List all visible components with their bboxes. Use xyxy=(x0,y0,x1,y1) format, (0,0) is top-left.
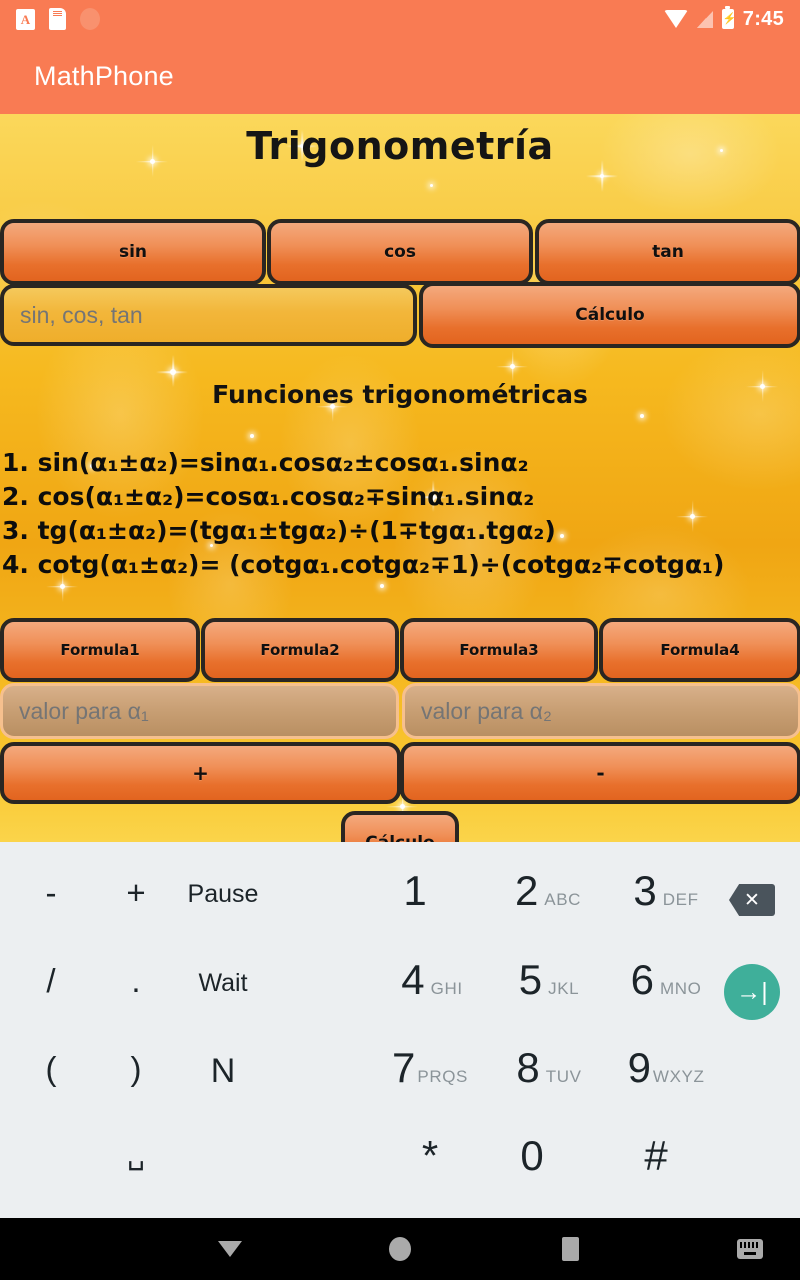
tan-button[interactable]: tan xyxy=(535,219,800,285)
status-bar-left-icons: A xyxy=(16,8,100,30)
nav-recents-button[interactable] xyxy=(520,1218,620,1280)
app-title: MathPhone xyxy=(34,60,174,91)
key-1[interactable]: 1 xyxy=(378,870,458,926)
calculate-button-top[interactable]: Cálculo xyxy=(419,282,800,348)
formula4-button[interactable]: Formula4 xyxy=(599,618,800,682)
section-title: Funciones trigonométricas xyxy=(212,380,588,409)
formula-list: 1. sin(α₁±α₂)=sinα₁.cosα₂±cosα₁.sinα₂ 2.… xyxy=(2,446,725,582)
keyboard-switcher-icon xyxy=(737,1239,763,1259)
recents-icon xyxy=(561,1237,579,1261)
status-bar-right-icons: 7:45 xyxy=(663,6,784,31)
key-4[interactable]: 4 GHI xyxy=(380,959,484,1015)
alpha-input-row xyxy=(0,683,800,739)
page-title: Trigonometría xyxy=(246,124,554,168)
key-asterisk[interactable]: * xyxy=(388,1135,472,1191)
navigation-bar xyxy=(0,1218,800,1280)
main-content: Trigonometría sin cos tan Cálculo Funcio… xyxy=(0,114,800,842)
nav-home-button[interactable] xyxy=(350,1218,450,1280)
key-divide[interactable]: / xyxy=(28,962,74,1012)
formula2-button[interactable]: Formula2 xyxy=(201,618,399,682)
key-period[interactable]: . xyxy=(113,962,159,1012)
wifi-icon xyxy=(663,10,688,28)
formula-line-2: 2. cos(α₁±α₂)=cosα₁.cosα₂∓sinα₁.sinα₂ xyxy=(2,482,535,511)
key-paren-open[interactable]: ( xyxy=(28,1050,74,1100)
status-bar: A 7:45 xyxy=(0,0,800,38)
key-6[interactable]: 6 MNO xyxy=(614,959,718,1015)
circle-indicator-icon xyxy=(80,8,100,30)
key-paren-close[interactable]: ) xyxy=(113,1050,159,1100)
trig-function-button-row: sin cos tan xyxy=(0,219,800,285)
key-5[interactable]: 5 JKL xyxy=(497,959,601,1015)
enter-key[interactable]: →| xyxy=(724,964,780,1020)
key-pause[interactable]: Pause xyxy=(176,880,270,920)
formula-line-4: 4. cotg(α₁±α₂)= (cotgα₁.cotgα₂∓1)÷(cotgα… xyxy=(2,550,725,579)
home-icon xyxy=(389,1237,411,1261)
next-arrow-icon: →| xyxy=(724,964,780,1020)
on-screen-keyboard: - + Pause / . Wait ( ) N ␣ 1 2 ABC 3 DEF… xyxy=(0,842,800,1218)
key-0[interactable]: 0 xyxy=(490,1135,574,1191)
formula-line-1: 1. sin(α₁±α₂)=sinα₁.cosα₂±cosα₁.sinα₂ xyxy=(2,448,529,477)
minus-button[interactable]: - xyxy=(400,742,800,804)
key-space[interactable]: ␣ xyxy=(113,1138,159,1188)
plus-button[interactable]: + xyxy=(0,742,401,804)
function-input-row: Cálculo xyxy=(0,282,800,348)
key-wait[interactable]: Wait xyxy=(176,969,270,1009)
sign-button-row: + - xyxy=(0,742,800,804)
key-n[interactable]: N xyxy=(176,1052,270,1096)
nav-back-button[interactable] xyxy=(180,1218,280,1280)
key-minus[interactable]: - xyxy=(28,874,74,924)
calculate-button-bottom[interactable]: Cálculo xyxy=(341,811,459,842)
key-9[interactable]: 9 WXYZ xyxy=(612,1047,720,1103)
phone-screen: A 7:45 MathPhone xyxy=(0,0,800,1280)
key-2[interactable]: 2 ABC xyxy=(496,870,600,926)
sin-button[interactable]: sin xyxy=(0,219,266,285)
key-3[interactable]: 3 DEF xyxy=(614,870,718,926)
key-plus[interactable]: + xyxy=(113,874,159,924)
back-icon xyxy=(218,1241,242,1257)
cos-button[interactable]: cos xyxy=(267,219,533,285)
font-size-icon: A xyxy=(16,8,35,30)
formula-line-3: 3. tg(α₁±α₂)=(tgα₁±tgα₂)÷(1∓tgα₁.tgα₂) xyxy=(2,516,556,545)
cell-signal-icon xyxy=(696,10,713,28)
sim-card-icon xyxy=(49,8,66,30)
trig-function-input[interactable] xyxy=(0,284,417,346)
formula3-button[interactable]: Formula3 xyxy=(400,618,598,682)
backspace-icon: ✕ xyxy=(729,884,775,916)
key-7[interactable]: 7 PRQS xyxy=(376,1047,484,1103)
status-bar-clock: 7:45 xyxy=(742,7,784,30)
key-hash[interactable]: # xyxy=(614,1135,698,1191)
battery-charging-icon xyxy=(721,6,736,29)
app-bar: MathPhone xyxy=(0,38,800,114)
key-8[interactable]: 8 TUV xyxy=(497,1047,601,1103)
alpha2-input[interactable] xyxy=(402,683,800,739)
formula1-button[interactable]: Formula1 xyxy=(0,618,200,682)
backspace-key[interactable]: ✕ xyxy=(729,884,775,916)
formula-button-row: Formula1 Formula2 Formula3 Formula4 xyxy=(0,618,800,682)
nav-keyboard-switch-button[interactable] xyxy=(705,1218,795,1280)
alpha1-input[interactable] xyxy=(0,683,399,739)
